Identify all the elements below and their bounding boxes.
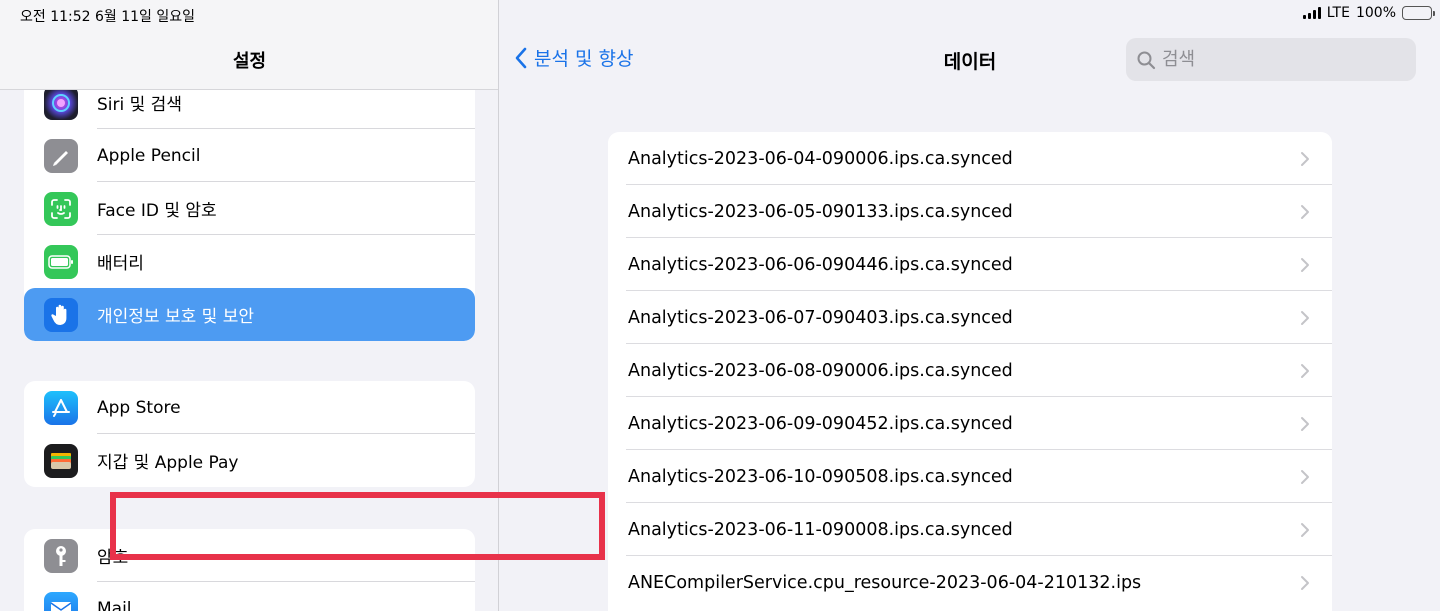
file-row[interactable]: Analytics-2023-06-09-090452.ips.ca.synce… [608,397,1332,450]
sidebar-item-label: App Store [97,397,181,418]
chevron-right-icon [1301,416,1309,431]
cellular-signal-icon [1302,7,1321,19]
file-name: Analytics-2023-06-08-090006.ips.ca.synce… [628,360,1013,381]
pencil-icon [44,138,78,173]
sidebar-item-mail[interactable]: Mail [24,582,475,611]
siri-icon [44,85,78,120]
sidebar-item-label: Face ID 및 암호 [97,201,217,221]
file-name: Analytics-2023-06-09-090452.ips.ca.synce… [628,413,1013,434]
chevron-right-icon [1301,257,1309,272]
chevron-right-icon [1301,151,1309,166]
chevron-right-icon [1301,469,1309,484]
sidebar-item-label: Mail [97,598,132,611]
chevron-right-icon [1301,575,1309,590]
settings-group-3: 암호 Mail [24,529,475,611]
file-row[interactable]: Analytics-2023-06-05-090133.ips.ca.synce… [608,185,1332,238]
file-row[interactable]: ANECompilerService.cpu_resource-2023-06-… [608,556,1332,609]
sidebar-item-wallet[interactable]: 지갑 및 Apple Pay [24,434,475,487]
battery-percent: 100% [1355,5,1396,21]
status-time: 오전 11:52 6월 11일 일요일 [20,9,196,25]
key-icon [44,538,78,573]
file-row[interactable]: Analytics-2023-06-04-090006.ips.ca.synce… [608,132,1332,185]
back-button[interactable]: 분석 및 향상 [514,44,633,71]
sidebar-item-battery[interactable]: 배터리 [24,235,475,288]
hand-icon [44,297,78,332]
file-name: Analytics-2023-06-05-090133.ips.ca.synce… [628,201,1013,222]
sidebar-item-passwords[interactable]: 암호 [24,529,475,582]
file-name: Analytics-2023-06-07-090403.ips.ca.synce… [628,307,1013,328]
battery-status-icon [1402,6,1435,20]
chevron-right-icon [1301,363,1309,378]
chevron-left-icon [515,47,527,68]
sidebar-item-privacy-security[interactable]: 개인정보 보호 및 보안 [24,288,475,341]
mail-icon [44,591,78,611]
sidebar-item-apple-pencil[interactable]: Apple Pencil [24,129,475,182]
sidebar-item-label: Apple Pencil [97,145,201,166]
chevron-right-icon [1301,310,1309,325]
file-name: Analytics-2023-06-10-090508.ips.ca.synce… [628,466,1013,487]
file-row[interactable]: Analytics-2023-06-10-090508.ips.ca.synce… [608,450,1332,503]
settings-group-2: App Store 지갑 및 Apple Pay [24,381,475,487]
sidebar-item-label: 개인정보 보호 및 보안 [97,307,254,327]
file-row[interactable]: Analytics-2023-06-11-090008.ips.ca.synce… [608,503,1332,556]
file-name: Analytics-2023-06-04-090006.ips.ca.synce… [628,148,1013,169]
status-bar-right: LTE 100% [1302,5,1435,21]
sidebar-title: 설정 [232,51,267,72]
battery-icon [44,244,78,279]
settings-group-1: Siri 및 검색 Apple Pencil Face ID 및 암호 배터리 … [24,76,475,341]
file-row[interactable]: Analytics-2023-06-06-090446.ips.ca.synce… [608,238,1332,291]
search-input[interactable] [1162,49,1392,70]
sidebar-item-app-store[interactable]: App Store [24,381,475,434]
file-name: Analytics-2023-06-06-090446.ips.ca.synce… [628,254,1013,275]
face-id-icon [44,191,78,226]
back-label: 분석 및 향상 [534,48,634,70]
wallet-icon [44,443,78,478]
settings-sidebar: 오전 11:52 6월 11일 일요일 설정 Siri 및 검색 Apple P… [0,0,499,611]
sidebar-item-label: 암호 [97,548,129,568]
search-icon [1137,51,1156,69]
app-store-icon [44,390,78,425]
file-list: Analytics-2023-06-04-090006.ips.ca.synce… [608,132,1332,611]
sidebar-item-face-id[interactable]: Face ID 및 암호 [24,182,475,235]
detail-pane: LTE 100% 분석 및 향상 데이터 Analytics-2023-06-0… [500,0,1440,611]
network-label: LTE [1326,5,1350,21]
file-name: ANECompilerService.cpu_resource-2023-06-… [628,572,1142,593]
sidebar-header: 오전 11:52 6월 11일 일요일 설정 [0,0,498,90]
search-field[interactable] [1126,38,1416,81]
chevron-right-icon [1301,204,1309,219]
file-name: Analytics-2023-06-11-090008.ips.ca.synce… [628,519,1013,540]
file-row[interactable]: Analytics-2023-06-07-090403.ips.ca.synce… [608,291,1332,344]
sidebar-item-label: Siri 및 검색 [97,95,182,115]
chevron-right-icon [1301,522,1309,537]
sidebar-item-label: 배터리 [97,254,144,274]
sidebar-item-label: 지갑 및 Apple Pay [97,453,239,473]
file-row[interactable]: Analytics-2023-06-08-090006.ips.ca.synce… [608,344,1332,397]
